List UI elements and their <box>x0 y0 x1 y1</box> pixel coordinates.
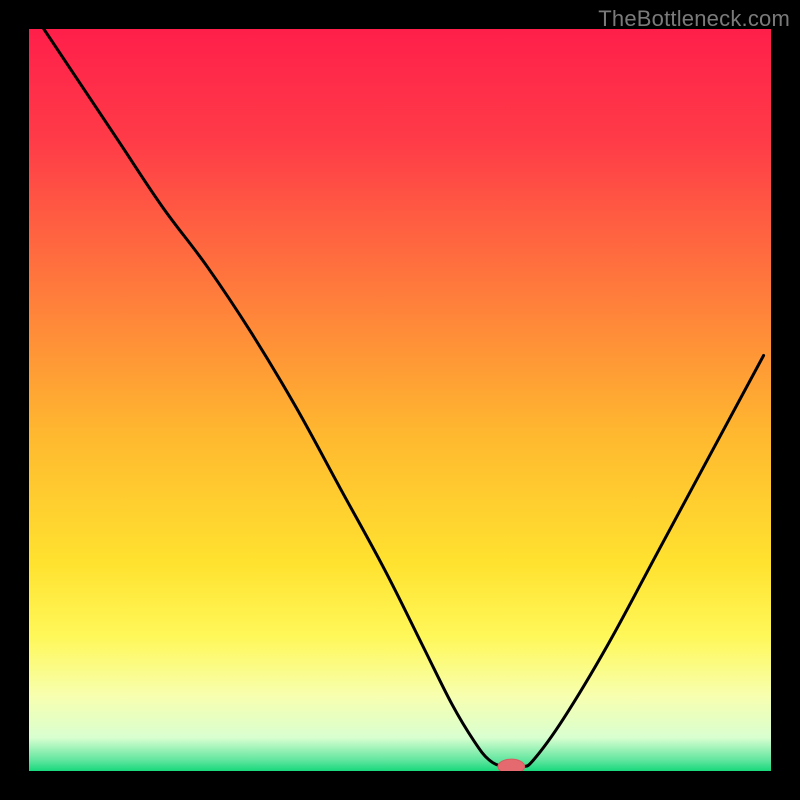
optimal-point-marker <box>498 759 525 771</box>
chart-svg <box>29 29 771 771</box>
gradient-background <box>29 29 771 771</box>
chart-frame: TheBottleneck.com <box>0 0 800 800</box>
plot-area <box>29 29 771 771</box>
